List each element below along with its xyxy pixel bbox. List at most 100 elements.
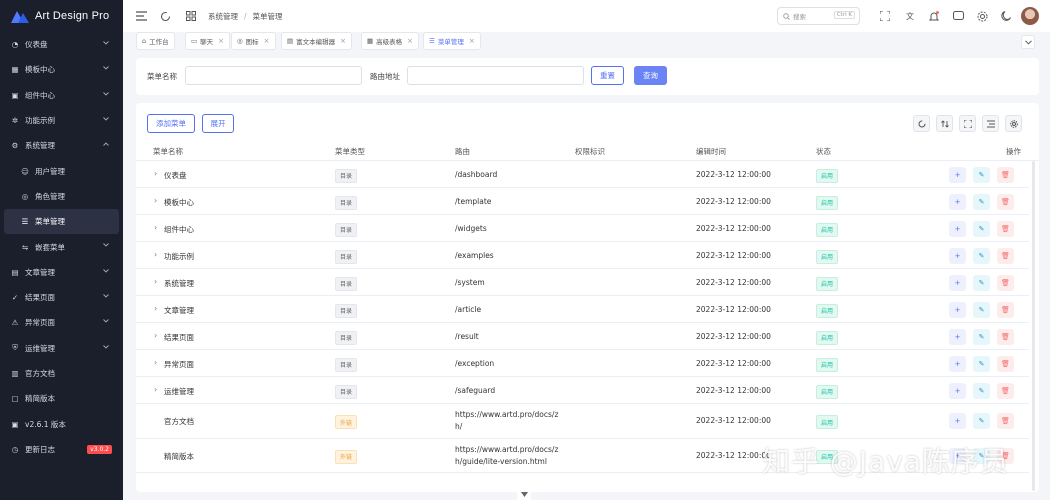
chevron-right-icon[interactable]: › — [154, 250, 157, 259]
sidebar-item[interactable]: ⚠ 异常页面 — [0, 310, 123, 335]
reset-button[interactable]: 重置 — [591, 66, 624, 85]
add-child-button[interactable]: + — [949, 166, 966, 183]
sidebar-item[interactable]: ▢ 精简版本 — [0, 386, 123, 411]
search-input[interactable]: 搜索 Ctrl K — [777, 7, 860, 25]
delete-button[interactable]: 🗑 — [997, 355, 1014, 372]
route-input[interactable] — [407, 66, 584, 85]
chevron-right-icon[interactable]: › — [154, 223, 157, 232]
table-row[interactable]: › 文章管理 目录/article 2022-3-12 12:00:00 启用 + ✎ 🗑 — [136, 296, 1029, 323]
sidebar-item[interactable]: ▥ 官方文档 — [0, 361, 123, 386]
add-child-button[interactable]: + — [949, 193, 966, 210]
table-settings-button[interactable] — [1005, 115, 1022, 132]
add-child-button[interactable]: + — [949, 328, 966, 345]
table-row[interactable]: › 功能示例 目录/examples 2022-3-12 12:00:00 启用 + ✎ 🗑 — [136, 242, 1029, 269]
edit-button[interactable]: ✎ — [973, 193, 990, 210]
delete-button[interactable]: 🗑 — [997, 166, 1014, 183]
add-child-button[interactable]: + — [949, 274, 966, 291]
table-density-button[interactable] — [936, 115, 953, 132]
menu-name-input[interactable] — [185, 66, 362, 85]
delete-button[interactable]: 🗑 — [997, 220, 1014, 237]
chevron-right-icon[interactable]: › — [154, 304, 157, 313]
chevron-right-icon[interactable]: › — [154, 331, 157, 340]
close-icon[interactable]: × — [340, 37, 346, 45]
tab-item[interactable]: ▦ 高级表格 × — [361, 32, 420, 50]
close-icon[interactable]: × — [469, 37, 475, 45]
add-menu-button[interactable]: 添加菜单 — [147, 114, 195, 133]
edit-button[interactable]: ✎ — [973, 247, 990, 264]
table-scrollbar[interactable] — [1032, 161, 1035, 491]
sidebar-item[interactable]: ☰ 菜单管理 — [4, 209, 119, 235]
close-icon[interactable]: × — [264, 37, 270, 45]
translate-icon[interactable]: 文 — [904, 10, 916, 22]
delete-button[interactable]: 🗑 — [997, 247, 1014, 264]
sidebar-item[interactable]: ⛨ 运维管理 — [0, 336, 123, 361]
edit-button[interactable]: ✎ — [973, 382, 990, 399]
tab-item[interactable]: ▤ 富文本编辑器 × — [281, 32, 353, 50]
add-child-button[interactable]: + — [949, 220, 966, 237]
sidebar-item[interactable]: ✲ 功能示例 — [0, 108, 123, 133]
breadcrumb-item[interactable]: 系统管理 — [208, 11, 238, 22]
add-child-button[interactable]: + — [949, 301, 966, 318]
table-fullscreen-button[interactable] — [959, 115, 976, 132]
sidebar-item[interactable]: ▣ 组件中心 — [0, 83, 123, 108]
dark-mode-moon-icon[interactable] — [1000, 10, 1012, 22]
chevron-right-icon[interactable]: › — [154, 169, 157, 178]
settings-gear-icon[interactable] — [976, 10, 988, 22]
sidebar-item[interactable]: ⚙ 系统管理 — [0, 133, 123, 158]
delete-button[interactable]: 🗑 — [997, 413, 1014, 430]
close-icon[interactable]: × — [218, 37, 224, 45]
sidebar-item[interactable]: ▣ v2.6.1 版本 — [0, 411, 123, 436]
table-row[interactable]: › 运维管理 目录/safeguard 2022-3-12 12:00:00 启用 + ✎ 🗑 — [136, 377, 1029, 404]
sidebar-item[interactable]: ▦ 模板中心 — [0, 57, 123, 82]
tab-item[interactable]: ⌂ 工作台 — [136, 32, 175, 50]
tab-item[interactable]: ▭ 聊天 × — [185, 32, 231, 50]
delete-button[interactable]: 🗑 — [997, 301, 1014, 318]
fullscreen-icon[interactable] — [879, 10, 891, 22]
refresh-icon[interactable] — [159, 10, 171, 22]
tab-item[interactable]: ◎ 图标 × — [231, 32, 276, 50]
sidebar-item[interactable]: ✓ 结果页面 — [0, 285, 123, 310]
add-child-button[interactable]: + — [949, 382, 966, 399]
edit-button[interactable]: ✎ — [973, 413, 990, 430]
table-row[interactable]: 官方文档 外链 https://www.artd.pro/docs/z h/2022-… — [136, 404, 1029, 439]
chevron-right-icon[interactable]: › — [154, 385, 157, 394]
edit-button[interactable]: ✎ — [973, 328, 990, 345]
chevron-right-icon[interactable]: › — [154, 277, 157, 286]
add-child-button[interactable]: + — [949, 413, 966, 430]
delete-button[interactable]: 🗑 — [997, 382, 1014, 399]
add-child-button[interactable]: + — [949, 355, 966, 372]
notification-bell-icon[interactable] — [928, 10, 940, 22]
collapse-handle[interactable] — [517, 489, 531, 500]
sidebar-item[interactable]: ⇋ 嵌套菜单 — [0, 234, 123, 259]
chevron-right-icon[interactable]: › — [154, 196, 157, 205]
delete-button[interactable]: 🗑 — [997, 274, 1014, 291]
edit-button[interactable]: ✎ — [973, 301, 990, 318]
sidebar-item[interactable]: ◎ 角色管理 — [0, 184, 123, 209]
sidebar-item[interactable]: ◷ 更新日志 v3.0.2 — [0, 437, 123, 462]
edit-button[interactable]: ✎ — [973, 166, 990, 183]
table-row[interactable]: › 模板中心 目录/template 2022-3-12 12:00:00 启用 + ✎ 🗑 — [136, 188, 1029, 215]
expand-all-button[interactable]: 展开 — [202, 114, 234, 133]
table-row[interactable]: › 组件中心 目录/widgets 2022-3-12 12:00:00 启用 + ✎ 🗑 — [136, 215, 1029, 242]
chat-icon[interactable] — [952, 10, 964, 22]
table-row[interactable]: › 仪表盘 目录/dashboard 2022-3-12 12:00:00 启用 + ✎ 🗑 — [136, 161, 1029, 188]
delete-button[interactable]: 🗑 — [997, 328, 1014, 345]
table-refresh-button[interactable] — [913, 115, 930, 132]
chevron-right-icon[interactable]: › — [154, 358, 157, 367]
edit-button[interactable]: ✎ — [973, 220, 990, 237]
menu-toggle-icon[interactable] — [135, 10, 147, 22]
edit-button[interactable]: ✎ — [973, 355, 990, 372]
sidebar-item[interactable]: ☺ 用户管理 — [0, 158, 123, 183]
user-avatar[interactable] — [1021, 7, 1039, 25]
sidebar-item[interactable]: ◔ 仪表盘 — [0, 32, 123, 57]
table-row[interactable]: › 系统管理 目录/system 2022-3-12 12:00:00 启用 + ✎ 🗑 — [136, 269, 1029, 296]
table-columns-button[interactable] — [982, 115, 999, 132]
grid-apps-icon[interactable] — [185, 10, 197, 22]
close-icon[interactable]: × — [407, 37, 413, 45]
tab-item[interactable]: ☰ 菜单管理 × — [423, 32, 481, 50]
edit-button[interactable]: ✎ — [973, 274, 990, 291]
app-logo[interactable]: Art Design Pro — [0, 0, 123, 32]
query-button[interactable]: 查询 — [634, 66, 667, 85]
table-row[interactable]: › 异常页面 目录/exception 2022-3-12 12:00:00 启用 + ✎ 🗑 — [136, 350, 1029, 377]
delete-button[interactable]: 🗑 — [997, 193, 1014, 210]
